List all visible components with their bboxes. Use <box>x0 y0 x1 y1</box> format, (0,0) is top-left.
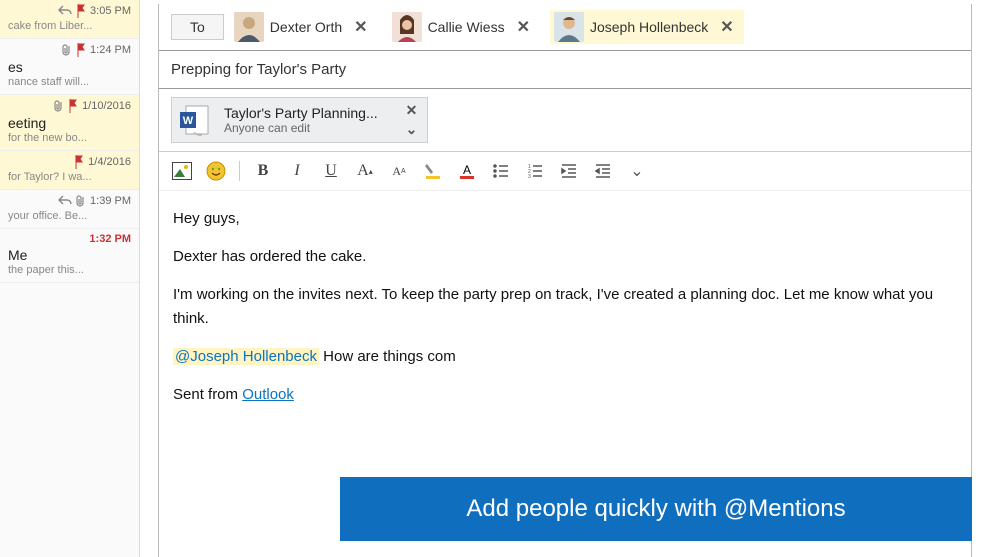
message-title: eeting <box>8 115 131 131</box>
message-preview: the paper this... <box>8 264 131 276</box>
message-title: Me <box>8 247 131 263</box>
message-item[interactable]: 1:24 PM esnance staff will... <box>0 39 139 95</box>
toolbar-divider <box>239 161 240 181</box>
message-body[interactable]: Hey guys, Dexter has ordered the cake. I… <box>159 191 971 437</box>
message-item[interactable]: 3:05 PM cake from Liber... <box>0 0 139 39</box>
avatar <box>392 12 422 42</box>
compose-pane: To Dexter Orth✕Callie Wiess✕Joseph Holle… <box>140 0 1000 557</box>
recipients-holder: Dexter Orth✕Callie Wiess✕Joseph Hollenbe… <box>230 10 744 44</box>
svg-text:A: A <box>463 163 471 177</box>
body-line: Hey guys, <box>173 207 957 231</box>
recipient-name: Callie Wiess <box>428 19 505 35</box>
message-item[interactable]: 1:32 PM Methe paper this... <box>0 229 139 283</box>
svg-text:3: 3 <box>528 174 531 180</box>
body-line: Dexter has ordered the cake. <box>173 245 957 269</box>
flag-icon <box>74 155 84 169</box>
svg-text:W: W <box>183 115 194 127</box>
reply-icon <box>58 195 72 207</box>
outlook-link[interactable]: Outlook <box>242 386 294 403</box>
recipient-name: Dexter Orth <box>270 19 342 35</box>
message-time: 1:32 PM <box>89 233 131 245</box>
insert-image-icon[interactable] <box>171 160 193 182</box>
message-item[interactable]: 1/10/2016 eetingfor the new bo... <box>0 95 139 151</box>
flag-icon <box>68 99 78 113</box>
body-line: @Joseph Hollenbeck How are things com <box>173 345 957 369</box>
flag-icon <box>76 4 86 18</box>
recipient-name: Joseph Hollenbeck <box>590 19 708 35</box>
message-preview: for the new bo... <box>8 132 131 144</box>
message-preview: cake from Liber... <box>8 20 131 32</box>
attach-icon <box>76 194 86 208</box>
more-formatting-icon[interactable]: ⌄ <box>626 160 648 182</box>
to-button[interactable]: To <box>171 14 224 40</box>
recipients-row: To Dexter Orth✕Callie Wiess✕Joseph Holle… <box>159 4 971 51</box>
attachment-card[interactable]: W Taylor's Party Planning... Anyone can … <box>171 97 428 143</box>
body-line: I'm working on the invites next. To keep… <box>173 283 957 331</box>
outdent-icon[interactable] <box>558 160 580 182</box>
recipient-chip[interactable]: Dexter Orth ✕ <box>230 10 378 44</box>
attachment-name: Taylor's Party Planning... <box>224 105 378 121</box>
avatar <box>234 12 264 42</box>
signature-text: Sent from <box>173 386 242 403</box>
message-time: 1:39 PM <box>90 195 131 207</box>
attachment-remove-icon[interactable]: ✕ <box>406 102 418 119</box>
avatar <box>554 12 584 42</box>
mention-chip[interactable]: @Joseph Hollenbeck <box>173 348 319 365</box>
font-size-up-icon[interactable]: A▴ <box>354 160 376 182</box>
signature-line: Sent from Outlook <box>173 383 957 407</box>
message-time: 3:05 PM <box>90 5 131 17</box>
attachment-row: W Taylor's Party Planning... Anyone can … <box>159 89 971 152</box>
emoji-icon[interactable] <box>205 160 227 182</box>
subject-input[interactable]: Prepping for Taylor's Party <box>171 61 959 78</box>
message-time: 1/4/2016 <box>88 156 131 168</box>
remove-recipient-icon[interactable]: ✕ <box>714 17 739 37</box>
recipient-chip[interactable]: Joseph Hollenbeck ✕ <box>550 10 744 44</box>
subject-row[interactable]: Prepping for Taylor's Party <box>159 51 971 89</box>
message-item[interactable]: 1/4/2016 for Taylor? I wa... <box>0 151 139 190</box>
bullet-list-icon[interactable] <box>490 160 512 182</box>
attach-icon <box>62 43 72 57</box>
attachment-subtitle: Anyone can edit <box>224 121 378 135</box>
numbered-list-icon[interactable]: 123 <box>524 160 546 182</box>
bold-button[interactable]: B <box>252 160 274 182</box>
recipient-chip[interactable]: Callie Wiess ✕ <box>388 10 540 44</box>
attach-icon <box>54 99 64 113</box>
message-title: es <box>8 59 131 75</box>
message-time: 1/10/2016 <box>82 100 131 112</box>
message-time: 1:24 PM <box>90 44 131 56</box>
message-list: 3:05 PM cake from Liber... 1:24 PM esnance … <box>0 0 140 557</box>
message-preview: for Taylor? I wa... <box>8 171 131 183</box>
message-item[interactable]: 1:39 PM your office. Be... <box>0 190 139 229</box>
font-color-icon[interactable]: A <box>456 160 478 182</box>
mentions-banner: Add people quickly with @Mentions <box>340 477 972 541</box>
remove-recipient-icon[interactable]: ✕ <box>348 17 373 37</box>
format-toolbar: B I U A▴ AA A 123 ⌄ <box>159 152 971 191</box>
remove-recipient-icon[interactable]: ✕ <box>511 17 536 37</box>
italic-button[interactable]: I <box>286 160 308 182</box>
word-doc-icon: W <box>178 102 214 138</box>
body-text: How are things com <box>319 348 456 365</box>
font-size-down-icon[interactable]: AA <box>388 160 410 182</box>
indent-icon[interactable] <box>592 160 614 182</box>
message-preview: nance staff will... <box>8 76 131 88</box>
highlight-color-icon[interactable] <box>422 160 444 182</box>
reply-icon <box>58 5 72 17</box>
message-preview: your office. Be... <box>8 210 131 222</box>
flag-icon <box>76 43 86 57</box>
attachment-expand-icon[interactable]: ⌄ <box>406 121 418 138</box>
underline-button[interactable]: U <box>320 160 342 182</box>
